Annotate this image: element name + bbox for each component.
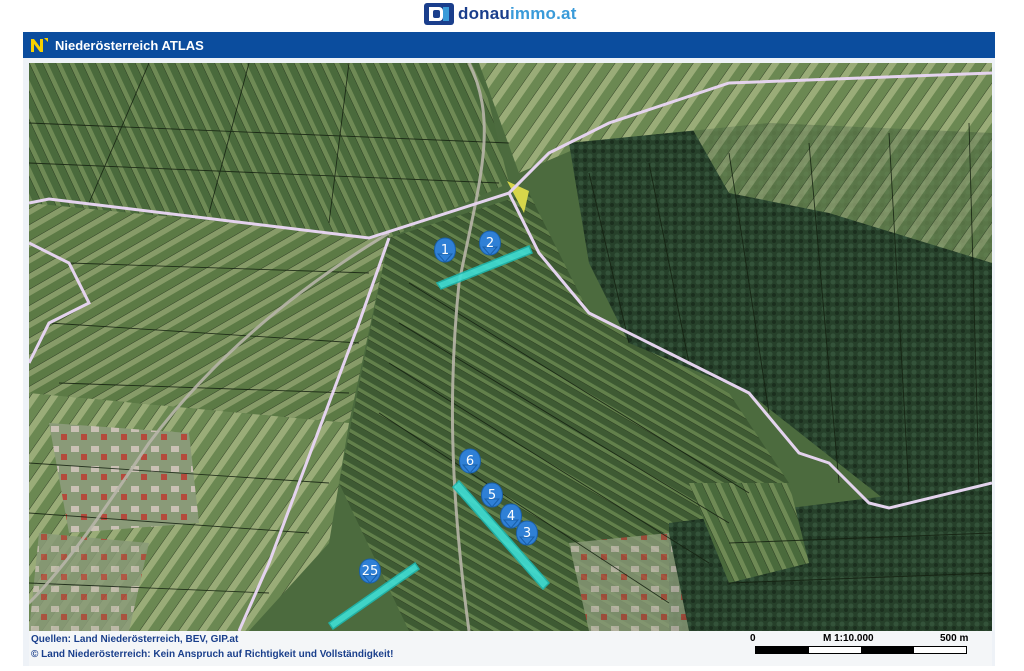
pin-1[interactable]: 1 (434, 237, 456, 263)
pin-label: 2 (486, 236, 494, 251)
pin-label: 6 (466, 454, 474, 469)
pin-label: 1 (441, 243, 449, 258)
map-sources: Quellen: Land Niederösterreich, BEV, GIP… (31, 634, 239, 645)
atlas-title: Niederösterreich ATLAS (55, 37, 204, 53)
pin-4[interactable]: 4 (500, 503, 522, 529)
pin-3[interactable]: 3 (516, 520, 538, 546)
atlas-titlebar: Niederösterreich ATLAS (23, 32, 995, 58)
brand-name: donauimmo.at (458, 4, 577, 23)
pin-2[interactable]: 2 (479, 230, 501, 256)
pin-label: 4 (507, 509, 515, 524)
scale-bar (755, 646, 967, 654)
pin-5[interactable]: 5 (481, 482, 503, 508)
donauimmo-logo-icon (424, 3, 454, 25)
scale-end-label: 500 m (940, 633, 969, 644)
pin-label: 5 (488, 488, 496, 503)
pin-6[interactable]: 6 (459, 448, 481, 474)
pin-label: 25 (362, 564, 379, 579)
scale-ratio-label: M 1:10.000 (823, 633, 874, 644)
noe-logo-icon (31, 38, 48, 52)
scale-zero-label: 0 (750, 633, 756, 644)
map-disclaimer: © Land Niederösterreich: Kein Anspruch a… (31, 649, 394, 660)
aerial-map[interactable]: 1 2 6 5 4 3 25 (29, 63, 992, 631)
pin-25[interactable]: 25 (359, 558, 381, 584)
brand-logo-block: donauimmo.at (424, 2, 577, 26)
map-canvas[interactable]: 1 2 6 5 4 3 25 (29, 63, 992, 631)
pin-label: 3 (523, 526, 531, 541)
